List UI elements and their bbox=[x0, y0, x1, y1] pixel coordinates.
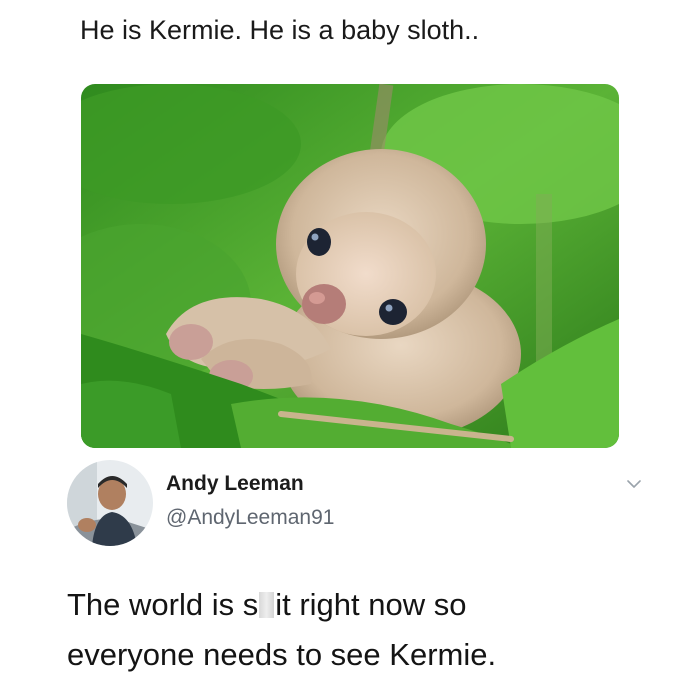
tweet-text-part-3: everyone needs to see Kermie. bbox=[67, 637, 497, 672]
avatar[interactable] bbox=[67, 460, 153, 546]
censored-blur bbox=[259, 592, 275, 618]
tweet-text: The world is s it right now so everyone n… bbox=[67, 580, 667, 680]
author-name[interactable]: Andy Leeman bbox=[166, 472, 304, 496]
author-handle[interactable]: @AndyLeeman91 bbox=[166, 506, 334, 530]
post-caption: He is Kermie. He is a baby sloth.. bbox=[80, 15, 480, 45]
chevron-down-icon[interactable] bbox=[624, 474, 644, 494]
tweet-text-part-2: it right now so bbox=[275, 587, 467, 622]
tweet-text-part-1: The world is s bbox=[67, 587, 259, 622]
sloth-photo bbox=[81, 84, 619, 448]
